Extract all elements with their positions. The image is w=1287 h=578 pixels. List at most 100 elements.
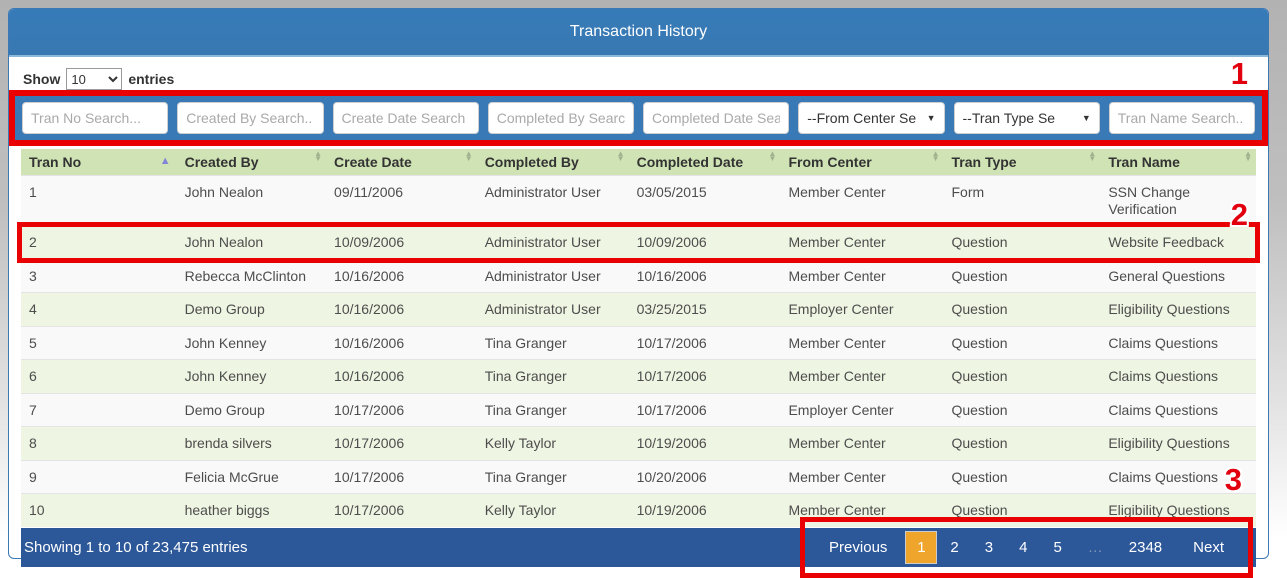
tran-name-search-input[interactable]: [1109, 102, 1255, 134]
table-cell: 10/16/2006: [326, 326, 477, 360]
column-header-create-date[interactable]: Create Date ▲▼: [326, 149, 477, 176]
column-header-label: From Center: [788, 154, 871, 170]
sort-both-icon: ▲▼: [617, 152, 625, 162]
table-cell: 8: [21, 427, 177, 461]
column-header-label: Create Date: [334, 154, 412, 170]
table-cell: Eligibility Questions: [1100, 293, 1256, 327]
table-cell: brenda silvers: [177, 427, 326, 461]
table-cell: 10/17/2006: [326, 427, 477, 461]
table-row[interactable]: 9Felicia McGrue10/17/2006Tina Granger10/…: [21, 460, 1256, 494]
chevron-down-icon: ▼: [1082, 113, 1091, 123]
tran-no-search-input[interactable]: [22, 102, 168, 134]
table-header-row: Tran No▲Created By▲▼Create Date▲▼Complet…: [21, 149, 1256, 176]
table-cell: 7: [21, 393, 177, 427]
table-cell: Administrator User: [477, 176, 629, 226]
table-cell: 10/20/2006: [629, 460, 781, 494]
table-row[interactable]: 8brenda silvers10/17/2006Kelly Taylor10/…: [21, 427, 1256, 461]
sort-both-icon: ▲▼: [314, 152, 322, 162]
table-cell: Employer Center: [780, 293, 943, 327]
page-button-3[interactable]: 3: [972, 531, 1006, 564]
table-cell: 10/16/2006: [326, 259, 477, 293]
page-button-2348[interactable]: 2348: [1116, 531, 1175, 564]
table-cell: Demo Group: [177, 393, 326, 427]
table-cell: 10/09/2006: [629, 226, 781, 260]
filter-band: --From Center Se▼ --Tran Type Se ▼: [15, 96, 1262, 140]
next-page-button[interactable]: Next: [1175, 531, 1242, 564]
table-cell: 10/09/2006: [326, 226, 477, 260]
table-row[interactable]: 2John Nealon10/09/2006Administrator User…: [21, 226, 1256, 260]
table-cell: John Kenney: [177, 360, 326, 394]
sort-both-icon: ▲▼: [769, 152, 777, 162]
page-button-5[interactable]: 5: [1040, 531, 1074, 564]
table-row[interactable]: 3Rebecca McClinton10/16/2006Administrato…: [21, 259, 1256, 293]
entries-summary: Showing 1 to 10 of 23,475 entries: [21, 539, 248, 556]
table-row[interactable]: 4Demo Group10/16/2006Administrator User0…: [21, 293, 1256, 327]
column-header-completed-date[interactable]: Completed Date▲▼: [629, 149, 781, 176]
previous-page-button[interactable]: Previous: [811, 531, 905, 564]
table-cell: Form: [943, 176, 1100, 226]
table-cell: Kelly Taylor: [477, 427, 629, 461]
create-date-search-input[interactable]: [333, 102, 479, 134]
table-cell: Eligibility Questions: [1100, 427, 1256, 461]
column-header-tran-name[interactable]: Tran Name ▲▼: [1100, 149, 1256, 176]
table-cell: 10/17/2006: [326, 460, 477, 494]
column-header-label: Completed By: [485, 154, 579, 170]
table-cell: Tina Granger: [477, 360, 629, 394]
table-cell: Member Center: [780, 460, 943, 494]
sort-both-icon: ▲▼: [932, 152, 940, 162]
table-cell: Member Center: [780, 494, 943, 527]
table-footer-bar: Showing 1 to 10 of 23,475 entries Previo…: [21, 528, 1256, 567]
completed-date-search-input[interactable]: [643, 102, 789, 134]
table-cell: heather biggs: [177, 494, 326, 527]
sort-both-icon: ▲▼: [1244, 152, 1252, 162]
table-cell: Question: [943, 393, 1100, 427]
table-cell: 10/16/2006: [326, 293, 477, 327]
column-header-tran-type[interactable]: Tran Type▲▼: [943, 149, 1100, 176]
completed-by-search-input[interactable]: [488, 102, 634, 134]
page-button-1[interactable]: 1: [905, 531, 937, 564]
table-cell: 2: [21, 226, 177, 260]
tran-type-select-value: --Tran Type Se: [963, 110, 1056, 126]
column-header-created-by[interactable]: Created By▲▼: [177, 149, 326, 176]
table-row[interactable]: 6John Kenney10/16/2006Tina Granger10/17/…: [21, 360, 1256, 394]
table-cell: 4: [21, 293, 177, 327]
panel-title-bar: Transaction History: [9, 9, 1268, 57]
table-cell: 1: [21, 176, 177, 226]
page-button-4[interactable]: 4: [1006, 531, 1040, 564]
page-button-2[interactable]: 2: [937, 531, 971, 564]
chevron-down-icon: ▼: [927, 113, 936, 123]
table-cell: Claims Questions: [1100, 360, 1256, 394]
page-length-select[interactable]: 10: [66, 68, 122, 90]
sort-both-icon: ▲▼: [465, 152, 473, 162]
table-row[interactable]: 10heather biggs10/17/2006Kelly Taylor10/…: [21, 494, 1256, 527]
table-row[interactable]: 1John Nealon09/11/2006Administrator User…: [21, 176, 1256, 226]
table-cell: 10/16/2006: [326, 360, 477, 394]
transaction-history-panel: Transaction History Show 10 entries --Fr…: [8, 8, 1269, 559]
table-cell: Question: [943, 460, 1100, 494]
column-header-from-center[interactable]: From Center ▲▼: [780, 149, 943, 176]
column-header-tran-no[interactable]: Tran No▲: [21, 149, 177, 176]
column-header-label: Tran Name: [1108, 154, 1180, 170]
table-row[interactable]: 5John Kenney10/16/2006Tina Granger10/17/…: [21, 326, 1256, 360]
table-cell: Website Feedback: [1100, 226, 1256, 260]
table-cell: 6: [21, 360, 177, 394]
tran-type-select[interactable]: --Tran Type Se ▼: [954, 102, 1100, 134]
table-row[interactable]: 7Demo Group10/17/2006Tina Granger10/17/2…: [21, 393, 1256, 427]
pagination-ellipsis: …: [1075, 531, 1116, 564]
table-cell: 09/11/2006: [326, 176, 477, 226]
show-entries-row: Show 10 entries: [23, 68, 1262, 90]
table-cell: John Nealon: [177, 226, 326, 260]
created-by-search-input[interactable]: [177, 102, 323, 134]
column-header-completed-by[interactable]: Completed By ▲▼: [477, 149, 629, 176]
table-cell: Question: [943, 494, 1100, 527]
from-center-select[interactable]: --From Center Se▼: [798, 102, 944, 134]
table-cell: 10/16/2006: [629, 259, 781, 293]
table-cell: Tina Granger: [477, 460, 629, 494]
table-cell: Eligibility Questions: [1100, 494, 1256, 527]
table-cell: Kelly Taylor: [477, 494, 629, 527]
table-cell: Member Center: [780, 427, 943, 461]
table-cell: Member Center: [780, 176, 943, 226]
page-title: Transaction History: [570, 23, 707, 41]
table-cell: Administrator User: [477, 226, 629, 260]
table-cell: 9: [21, 460, 177, 494]
